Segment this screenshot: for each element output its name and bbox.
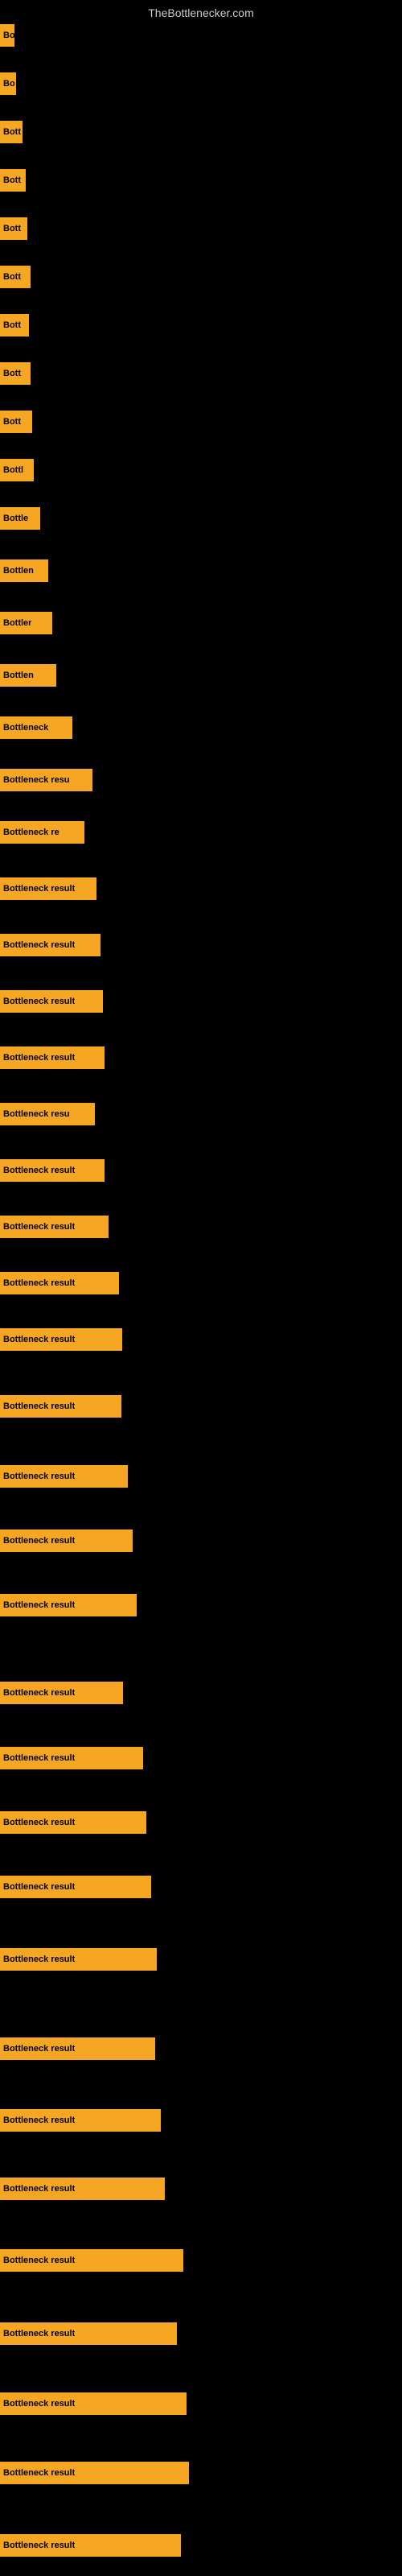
bar-label: Bott (3, 175, 21, 185)
bar-label: Bottleneck result (3, 1278, 75, 1288)
bar-item: Bottleneck result (0, 934, 100, 956)
bar-item: Bottl (0, 459, 34, 481)
page-title: TheBottlenecker.com (0, 0, 402, 23)
bar-label: Bottleneck result (3, 2468, 75, 2478)
bar-item: Bottleneck result (0, 877, 96, 900)
bar-label: Bott (3, 369, 21, 378)
bar-item: Bottleneck resu (0, 769, 92, 791)
bar-label: Bott (3, 272, 21, 282)
bar-item: Bott (0, 169, 26, 192)
bar-label: Bottleneck result (3, 2256, 75, 2265)
bar-item: Bottleneck result (0, 1046, 105, 1069)
bar-item: Bottleneck result (0, 1272, 119, 1294)
bar-label: Bottleneck result (3, 2116, 75, 2125)
bar-item: Bottleneck result (0, 1948, 157, 1971)
bar-item: Bottleneck result (0, 2392, 187, 2415)
bar-item: Bottleneck result (0, 1395, 121, 1418)
bar-item: Bottleneck result (0, 1465, 128, 1488)
bar-label: Bottleneck result (3, 1600, 75, 1610)
bar-label: Bo (3, 79, 15, 89)
bar-item: Bottlen (0, 664, 56, 687)
bar-item: Bottleneck result (0, 1682, 123, 1704)
bar-label: Bottleneck result (3, 997, 75, 1006)
bar-label: Bottleneck result (3, 1955, 75, 1964)
bar-item: Bott (0, 121, 23, 143)
bar-item: Bott (0, 266, 31, 288)
bar-label: Bottleneck result (3, 1222, 75, 1232)
bar-label: Bottl (3, 465, 23, 475)
bar-label: Bott (3, 417, 21, 427)
bar-label: Bottleneck (3, 723, 48, 733)
bar-label: Bott (3, 127, 21, 137)
bar-label: Bo (3, 31, 14, 40)
bar-item: Bottleneck result (0, 2249, 183, 2272)
bar-item: Bottleneck result (0, 1747, 143, 1769)
bar-label: Bott (3, 224, 21, 233)
bar-label: Bottleneck result (3, 1335, 75, 1344)
bar-item: Bottleneck result (0, 990, 103, 1013)
bar-item: Bottle (0, 507, 40, 530)
bar-label: Bottlen (3, 566, 34, 576)
bar-label: Bottleneck result (3, 884, 75, 894)
bar-item: Bott (0, 362, 31, 385)
bar-label: Bottleneck result (3, 1688, 75, 1698)
bar-label: Bottleneck result (3, 2399, 75, 2409)
bar-item: Bottleneck result (0, 1594, 137, 1616)
bar-item: Bottleneck result (0, 1216, 109, 1238)
bar-label: Bottleneck result (3, 1882, 75, 1892)
bar-item: Bottlen (0, 559, 48, 582)
bar-item: Bottleneck result (0, 1159, 105, 1182)
bar-label: Bottlen (3, 671, 34, 680)
bar-label: Bottleneck result (3, 2044, 75, 2054)
bar-label: Bott (3, 320, 21, 330)
bar-label: Bottleneck result (3, 1753, 75, 1763)
bar-item: Bott (0, 217, 27, 240)
bar-label: Bottler (3, 618, 31, 628)
bar-item: Bo (0, 72, 16, 95)
bar-label: Bottleneck result (3, 2541, 75, 2550)
bar-label: Bottleneck result (3, 1053, 75, 1063)
bar-item: Bottleneck (0, 716, 72, 739)
bar-item: Bottleneck result (0, 1530, 133, 1552)
bar-item: Bottleneck result (0, 2462, 189, 2484)
bar-item: Bottleneck result (0, 1811, 146, 1834)
bar-item: Bo (0, 24, 14, 47)
bar-item: Bottleneck result (0, 2109, 161, 2132)
bar-item: Bottleneck resu (0, 1103, 95, 1125)
bar-label: Bottleneck result (3, 1166, 75, 1175)
bar-label: Bottleneck result (3, 2184, 75, 2194)
bar-label: Bottleneck result (3, 1472, 75, 1481)
bar-item: Bottler (0, 612, 52, 634)
bar-label: Bottleneck result (3, 1536, 75, 1546)
bar-item: Bottleneck result (0, 2178, 165, 2200)
bar-label: Bottleneck result (3, 1818, 75, 1827)
bar-item: Bottleneck result (0, 2534, 181, 2557)
bar-item: Bottleneck result (0, 1328, 122, 1351)
bar-item: Bott (0, 314, 29, 336)
bar-item: Bott (0, 411, 32, 433)
bar-item: Bottleneck result (0, 2322, 177, 2345)
bar-item: Bottleneck re (0, 821, 84, 844)
bar-label: Bottleneck result (3, 2329, 75, 2339)
bar-label: Bottleneck resu (3, 775, 70, 785)
bar-label: Bottleneck result (3, 1402, 75, 1411)
bar-item: Bottleneck result (0, 1876, 151, 1898)
bar-label: Bottleneck resu (3, 1109, 70, 1119)
bar-item: Bottleneck result (0, 2037, 155, 2060)
bar-label: Bottle (3, 514, 28, 523)
bar-label: Bottleneck re (3, 828, 59, 837)
bar-label: Bottleneck result (3, 940, 75, 950)
